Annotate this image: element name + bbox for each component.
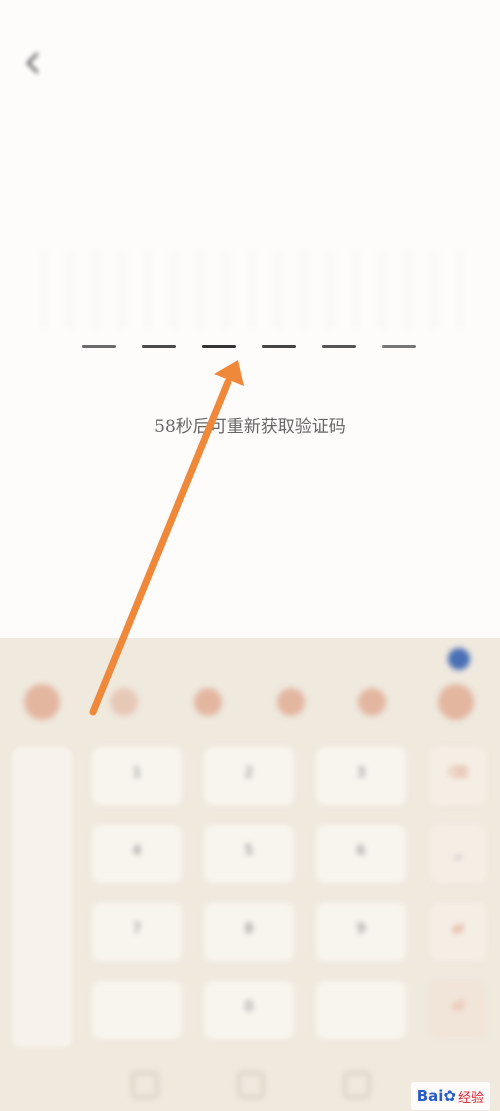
language-key[interactable]: ⇄: [430, 903, 486, 961]
delete-key[interactable]: ⌫: [430, 747, 486, 805]
paw-icon: ✿: [443, 1087, 456, 1105]
key-dot[interactable]: [316, 981, 406, 1039]
key-8[interactable]: 8: [204, 903, 294, 961]
clipboard-icon[interactable]: [358, 688, 386, 716]
watermark-brand: Bai: [416, 1087, 444, 1105]
key-6[interactable]: 6: [316, 825, 406, 883]
space-key[interactable]: ⎵: [430, 825, 486, 883]
key-1[interactable]: 1: [92, 747, 182, 805]
nav-menu-icon[interactable]: [132, 1072, 158, 1098]
code-slot[interactable]: [382, 345, 416, 348]
watermark-suffix: 经验: [457, 1090, 484, 1106]
code-slot[interactable]: [82, 345, 116, 348]
key-4[interactable]: 4: [92, 825, 182, 883]
background-pattern: [20, 250, 480, 330]
cursor-icon[interactable]: [277, 688, 305, 716]
microphone-icon[interactable]: [194, 688, 222, 716]
key-3[interactable]: 3: [316, 747, 406, 805]
back-arrow-icon[interactable]: [20, 48, 46, 78]
numeric-keyboard: 1 2 3 ⌫ 4 5 6 ⎵ 7 8 9 ⇄ 0 ⏎: [0, 638, 500, 1111]
key-2[interactable]: 2: [204, 747, 294, 805]
status-bar: [0, 0, 500, 36]
settings-icon[interactable]: [438, 684, 474, 720]
key-9[interactable]: 9: [316, 903, 406, 961]
code-slot[interactable]: [142, 345, 176, 348]
code-slot[interactable]: [262, 345, 296, 348]
nav-back-icon[interactable]: [344, 1072, 370, 1098]
countdown-text: 58秒后可重新获取验证码: [154, 417, 346, 437]
code-input[interactable]: [82, 345, 418, 351]
key-5[interactable]: 5: [204, 825, 294, 883]
keypad: 1 2 3 ⌫ 4 5 6 ⎵ 7 8 9 ⇄ 0 ⏎: [0, 743, 500, 1111]
emoji-icon[interactable]: [24, 684, 60, 720]
enter-key[interactable]: ⏎: [430, 981, 486, 1039]
code-slot[interactable]: [202, 345, 236, 348]
key-symbol[interactable]: [92, 981, 182, 1039]
symbol-column[interactable]: [12, 747, 72, 1047]
keyboard-grid-icon[interactable]: [110, 688, 138, 716]
baidu-watermark: Bai ✿ 经验: [410, 1082, 490, 1110]
key-7[interactable]: 7: [92, 903, 182, 961]
key-0[interactable]: 0: [204, 981, 294, 1039]
nav-home-icon[interactable]: [238, 1072, 264, 1098]
keyboard-hide-icon[interactable]: [448, 648, 470, 670]
keyboard-toolbar: [0, 680, 500, 732]
code-slot[interactable]: [322, 345, 356, 348]
